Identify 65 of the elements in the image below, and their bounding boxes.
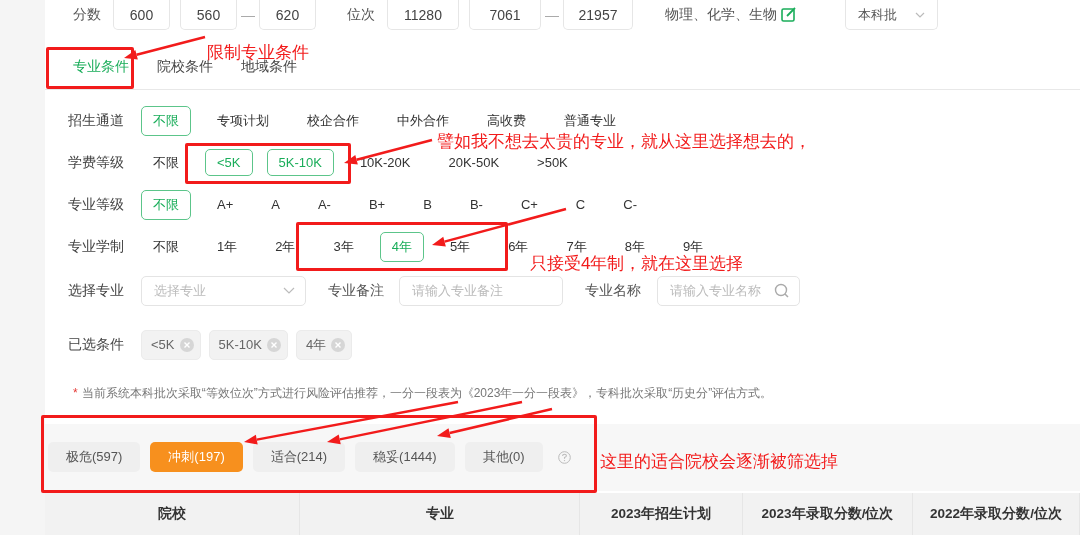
column-header: 2023年录取分数/位次 bbox=[743, 492, 913, 535]
remove-icon[interactable] bbox=[331, 337, 346, 352]
range-dash: — bbox=[241, 7, 255, 23]
filter-option[interactable]: >50K bbox=[525, 149, 580, 177]
score-field[interactable]: 620 bbox=[259, 0, 316, 30]
column-header: 2023年招生计划 bbox=[580, 492, 743, 535]
condition-tag: 5K-10K bbox=[208, 329, 288, 360]
rank-field[interactable]: 7061 bbox=[469, 0, 541, 30]
filter-label: 专业名称 bbox=[585, 281, 641, 300]
chevron-down-icon bbox=[283, 287, 295, 295]
filter-label: 学费等级 bbox=[68, 153, 125, 172]
rank-field[interactable]: 11280 bbox=[387, 0, 459, 30]
filter-option[interactable]: B+ bbox=[356, 191, 398, 219]
score-field[interactable]: 560 bbox=[180, 0, 237, 30]
condition-tag: <5K bbox=[141, 329, 201, 360]
filter-label: 专业备注 bbox=[328, 281, 384, 300]
filter-option[interactable]: B- bbox=[457, 191, 495, 219]
filter-label: 专业等级 bbox=[68, 195, 125, 214]
search-icon bbox=[774, 283, 789, 299]
risk-tab[interactable]: 稳妥(1444) bbox=[355, 442, 455, 473]
filter-option[interactable]: A- bbox=[305, 191, 343, 219]
filter-option[interactable]: 1年 bbox=[205, 231, 250, 262]
filter-option[interactable]: A bbox=[259, 191, 292, 219]
chevron-down-icon bbox=[915, 11, 925, 18]
filter-option[interactable]: 5年 bbox=[437, 231, 483, 262]
filter-label: 已选条件 bbox=[68, 335, 125, 354]
condition-tag: 4年 bbox=[295, 329, 353, 360]
remove-icon[interactable] bbox=[266, 337, 281, 352]
range-dash: — bbox=[545, 7, 559, 23]
annotation-text: 只接受4年制，就在这里选择 bbox=[530, 254, 744, 274]
help-icon bbox=[557, 450, 571, 464]
column-header: 专业 bbox=[300, 492, 580, 535]
filter-option[interactable]: C bbox=[563, 191, 598, 219]
filter-option[interactable]: 3年 bbox=[321, 231, 366, 262]
rank-field[interactable]: 21957 bbox=[563, 0, 633, 30]
asterisk-mark: * bbox=[73, 386, 78, 401]
rank-label: 位次 bbox=[347, 6, 375, 24]
column-header: 院校 bbox=[45, 492, 300, 535]
column-header: 2022年录取分数/位次 bbox=[913, 492, 1080, 535]
batch-select[interactable]: 本科批 bbox=[845, 0, 938, 30]
filter-option[interactable]: 不限 bbox=[141, 231, 191, 262]
risk-tab[interactable]: 其他(0) bbox=[464, 442, 543, 473]
filter-option[interactable]: 专项计划 bbox=[205, 105, 281, 136]
score-field[interactable]: 600 bbox=[113, 0, 170, 30]
filter-option[interactable]: 校企合作 bbox=[295, 105, 371, 136]
score-label: 分数 bbox=[73, 6, 101, 24]
filter-label: 选择专业 bbox=[68, 281, 125, 300]
annotation-text: 譬如我不想去太贵的专业，就从这里选择想去的， bbox=[437, 132, 811, 152]
filter-option[interactable]: A+ bbox=[205, 191, 246, 219]
notice-text: 当前系统本科批次采取“等效位次”方式进行风险评估推荐，一分一段表为《2023年一分一段表》，专科批次采取“历史分”评估方式。 bbox=[81, 385, 773, 402]
filter-option[interactable]: 不限 bbox=[141, 147, 191, 178]
filter-option[interactable]: C- bbox=[611, 191, 649, 219]
risk-tab[interactable]: 适合(214) bbox=[252, 442, 346, 473]
annotation-text: 这里的适合院校会逐渐被筛选掉 bbox=[600, 452, 838, 472]
filter-option[interactable]: C+ bbox=[508, 191, 550, 219]
filter-label: 招生通道 bbox=[68, 111, 125, 130]
filter-option[interactable]: 20K-50K bbox=[436, 149, 512, 177]
filter-option[interactable]: 10K-20K bbox=[347, 149, 423, 177]
filter-option[interactable]: B bbox=[411, 191, 444, 219]
edit-icon[interactable] bbox=[781, 7, 796, 23]
subjects-text: 物理、化学、生物 bbox=[665, 6, 777, 24]
remove-icon[interactable] bbox=[179, 337, 194, 352]
filter-label: 专业学制 bbox=[68, 237, 125, 256]
filter-option[interactable]: 2年 bbox=[263, 231, 308, 262]
risk-tab[interactable]: 极危(597) bbox=[48, 442, 141, 473]
